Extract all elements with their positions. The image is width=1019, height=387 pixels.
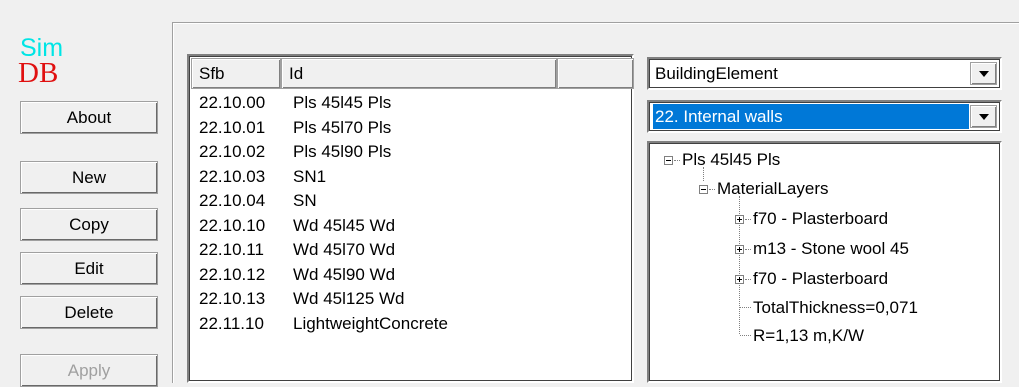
row-sfb: 22.10.01 bbox=[199, 117, 266, 137]
tree-node-layer[interactable]: f70 - Plasterboard bbox=[753, 208, 888, 230]
row-sfb: 22.10.03 bbox=[199, 166, 266, 186]
tree-connector bbox=[703, 167, 704, 181]
row-sfb: 22.10.02 bbox=[199, 142, 266, 161]
element-list[interactable]: Sfb Id 22.10.00 Pls 45l45 Pls 22.10.01 Pls… bbox=[187, 54, 634, 383]
tree-node-total-thickness[interactable]: TotalThickness=0,071 bbox=[753, 297, 918, 319]
column-header-sfb[interactable]: Sfb bbox=[191, 58, 281, 89]
tree-connector bbox=[745, 249, 751, 250]
chevron-down-icon[interactable] bbox=[970, 105, 997, 128]
type-select[interactable]: BuildingElement bbox=[647, 57, 1002, 90]
column-header-empty[interactable] bbox=[557, 58, 634, 89]
row-id: SN1 bbox=[293, 166, 327, 186]
delete-button[interactable]: Delete bbox=[20, 296, 158, 329]
row-id: SN bbox=[293, 191, 317, 210]
tree-connector bbox=[740, 335, 751, 336]
chevron-down-icon[interactable] bbox=[970, 62, 997, 85]
category-select[interactable]: 22. Internal walls bbox=[647, 100, 1002, 133]
row-sfb: 22.10.13 bbox=[199, 289, 266, 308]
type-select-value: BuildingElement bbox=[655, 64, 778, 83]
column-header-id[interactable]: Id bbox=[281, 58, 557, 89]
expand-icon[interactable] bbox=[735, 275, 744, 284]
category-select-value: 22. Internal walls bbox=[653, 104, 969, 129]
row-sfb: 22.10.11 bbox=[199, 240, 264, 259]
element-tree[interactable]: Pls 45l45 Pls MaterialLayers f70 - Plast… bbox=[647, 141, 1002, 383]
tree-connector bbox=[709, 189, 715, 190]
logo-db-text: DB bbox=[18, 57, 59, 89]
tree-node-layer[interactable]: f70 - Plasterboard bbox=[753, 268, 888, 290]
apply-button: Apply bbox=[20, 354, 158, 387]
row-sfb: 22.10.10 bbox=[199, 215, 266, 235]
row-id: Pls 45l45 Pls bbox=[293, 93, 392, 112]
row-id: Wd 45l45 Wd bbox=[293, 215, 396, 235]
row-id: Wd 45l90 Wd bbox=[293, 264, 396, 284]
app-logo: Sim DB bbox=[18, 34, 98, 94]
tree-node-material-layers[interactable]: MaterialLayers bbox=[717, 178, 829, 200]
expand-icon[interactable] bbox=[735, 245, 744, 254]
tree-connector bbox=[745, 219, 751, 220]
row-sfb: 22.10.00 bbox=[199, 93, 266, 112]
tree-node-layer[interactable]: m13 - Stone wool 45 bbox=[753, 238, 909, 260]
row-sfb: 22.11.10 bbox=[199, 313, 264, 333]
row-sfb: 22.10.04 bbox=[199, 191, 266, 210]
new-button[interactable]: New bbox=[20, 161, 158, 194]
tree-node-r-value[interactable]: R=1,13 m,K/W bbox=[753, 325, 864, 347]
list-header: Sfb Id bbox=[191, 58, 634, 89]
row-id: Pls 45l70 Pls bbox=[293, 117, 392, 137]
collapse-icon[interactable] bbox=[699, 185, 708, 194]
collapse-icon[interactable] bbox=[664, 156, 673, 165]
row-sfb: 22.10.12 bbox=[199, 264, 266, 284]
about-button[interactable]: About bbox=[20, 101, 158, 134]
tree-node-root[interactable]: Pls 45l45 Pls bbox=[682, 149, 780, 171]
expand-icon[interactable] bbox=[735, 215, 744, 224]
tree-connector bbox=[674, 160, 680, 161]
tree-connector bbox=[745, 279, 751, 280]
row-id: Pls 45l90 Pls bbox=[293, 142, 392, 161]
edit-button[interactable]: Edit bbox=[20, 252, 158, 285]
copy-button[interactable]: Copy bbox=[20, 208, 158, 241]
row-id: Wd 45l70 Wd bbox=[293, 240, 396, 259]
tree-connector bbox=[740, 307, 751, 308]
row-id: LightweightConcrete bbox=[293, 313, 448, 333]
row-id: Wd 45l125 Wd bbox=[293, 289, 405, 308]
